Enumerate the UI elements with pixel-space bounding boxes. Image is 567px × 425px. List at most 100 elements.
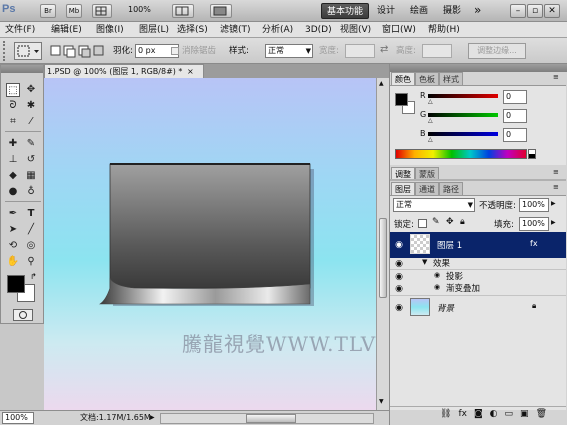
panel-menu-icon[interactable]: ≡ [553, 73, 559, 81]
lock-position-icon[interactable]: ✥ [446, 217, 454, 227]
horizontal-scrollbar[interactable] [160, 413, 374, 424]
tab-color[interactable]: 颜色 [391, 72, 415, 85]
gradient-tool-icon[interactable]: ▦ [24, 169, 38, 183]
status-menu-arrow-icon[interactable]: ▶ [150, 414, 155, 421]
canvas[interactable]: 騰龍視覺WWW.TLVI.NET [44, 78, 376, 410]
lasso-tool-icon[interactable]: ᘐ [6, 99, 20, 113]
clone-stamp-tool-icon[interactable]: ⊥ [6, 153, 20, 167]
channel-r-slider[interactable] [428, 94, 498, 98]
scroll-down-icon[interactable]: ▼ [379, 398, 387, 406]
eraser-tool-icon[interactable]: ◆ [6, 169, 20, 183]
vertical-scrollbar[interactable]: ▲ ▼ [376, 78, 389, 410]
workspace-essentials[interactable]: 基本功能 [321, 3, 370, 19]
tab-channels[interactable]: 通道 [415, 182, 439, 195]
opacity-arrow-icon[interactable]: ▶ [551, 200, 556, 207]
blend-mode-select[interactable]: 正常 ▼ [393, 198, 475, 212]
menu-view[interactable]: 视图(V) [340, 22, 371, 38]
menu-image[interactable]: 图像(I) [96, 22, 124, 38]
layer-style-icon[interactable]: fx [458, 409, 467, 421]
arrange-documents-button[interactable] [172, 4, 194, 18]
opacity-input[interactable]: 100% [519, 198, 549, 212]
effects-triangle-icon[interactable]: ▼ [422, 258, 427, 266]
swap-dimensions-icon[interactable]: ⇄ [380, 44, 388, 55]
line-tool-icon[interactable]: ╱ [24, 223, 38, 237]
menu-filter[interactable]: 滤镜(T) [220, 22, 251, 38]
adjustment-layer-icon[interactable]: ◐ [490, 409, 498, 421]
black-white-ramp[interactable] [528, 149, 536, 159]
view-extras-button[interactable] [92, 4, 112, 18]
menu-window[interactable]: 窗口(W) [382, 22, 416, 38]
eyedropper-tool-icon[interactable]: ⁄ [24, 115, 38, 129]
eye-icon[interactable]: ◉ [392, 282, 406, 296]
scroll-up-icon[interactable]: ▲ [379, 80, 387, 88]
menu-3d[interactable]: 3D(D) [305, 22, 332, 38]
quick-mask-icon[interactable] [13, 309, 33, 321]
move-tool-icon[interactable]: ✥ [24, 83, 38, 97]
fx-icon[interactable]: fx [530, 239, 538, 248]
lock-all-icon[interactable]: 🔒︎ [460, 217, 465, 227]
layer-name[interactable]: 图层 1 [437, 239, 462, 251]
antialias-checkbox[interactable] [171, 47, 179, 55]
slider-thumb-icon[interactable]: △ [428, 117, 433, 124]
zoom-level[interactable]: 100% [128, 5, 151, 14]
pen-tool-icon[interactable]: ✒ [6, 207, 20, 221]
lock-transparency-icon[interactable] [418, 219, 427, 228]
history-brush-tool-icon[interactable]: ↺ [24, 153, 38, 167]
layer-mask-icon[interactable]: ◙ [474, 409, 483, 421]
brush-tool-icon[interactable]: ✎ [24, 137, 38, 151]
tab-layers[interactable]: 图层 [391, 182, 415, 195]
hand-tool-icon[interactable]: ✋ [6, 255, 20, 269]
menu-layer[interactable]: 图层(L) [139, 22, 169, 38]
fill-input[interactable]: 100% [519, 217, 549, 231]
channel-r-input[interactable]: 0 [503, 90, 527, 104]
eye-icon[interactable]: ◉ [392, 257, 406, 271]
h-scroll-thumb[interactable] [246, 414, 296, 423]
height-input[interactable] [422, 44, 452, 58]
mini-bridge-button[interactable]: Mb [66, 4, 82, 18]
channel-g-input[interactable]: 0 [503, 109, 527, 123]
channel-b-input[interactable]: 0 [503, 128, 527, 142]
more-workspaces-icon[interactable]: » [474, 3, 481, 17]
quick-select-tool-icon[interactable]: ✱ [24, 99, 38, 113]
new-group-icon[interactable]: ▭ [505, 409, 514, 421]
color-ramp[interactable] [395, 149, 527, 159]
slider-thumb-icon[interactable]: △ [428, 98, 433, 105]
minimize-button[interactable]: – [510, 4, 526, 18]
status-zoom-input[interactable]: 100% [2, 412, 34, 424]
crop-tool-icon[interactable]: ⌗ [6, 115, 20, 129]
fill-arrow-icon[interactable]: ▶ [551, 219, 556, 226]
document-tab[interactable]: 1.PSD @ 100% (图层 1, RGB/8#) * × [44, 64, 204, 78]
channel-b-slider[interactable] [428, 132, 498, 136]
effect-drop-shadow[interactable]: 投影 [446, 270, 463, 282]
menu-select[interactable]: 选择(S) [177, 22, 208, 38]
rect-marquee-tool-icon[interactable]: ⬚ [6, 83, 20, 97]
channel-g-slider[interactable] [428, 113, 498, 117]
healing-brush-tool-icon[interactable]: ✚ [6, 137, 20, 151]
effect-gradient-overlay[interactable]: 渐变叠加 [446, 282, 480, 294]
workspace-painting[interactable]: 绘画 [405, 3, 433, 19]
new-layer-icon[interactable]: ▣ [520, 409, 529, 421]
type-tool-icon[interactable]: T [24, 207, 38, 221]
width-input[interactable] [345, 44, 375, 58]
tab-styles[interactable]: 样式 [439, 72, 463, 85]
lock-pixels-icon[interactable]: ✎ [432, 217, 440, 227]
panel-menu-icon[interactable]: ≡ [553, 168, 559, 176]
tool-preset-picker[interactable] [14, 42, 42, 60]
restore-button[interactable]: ▫ [527, 4, 543, 18]
panel-foreground-swatch[interactable] [395, 93, 408, 106]
eye-icon[interactable]: ◉ [392, 301, 406, 315]
dodge-tool-icon[interactable]: ♁ [24, 185, 38, 199]
menu-help[interactable]: 帮助(H) [428, 22, 460, 38]
3d-rotate-tool-icon[interactable]: ⟲ [6, 239, 20, 253]
workspace-design[interactable]: 设计 [372, 3, 400, 19]
panel-menu-icon[interactable]: ≡ [553, 183, 559, 191]
bridge-button[interactable]: Br [40, 4, 56, 18]
close-button[interactable]: ✕ [544, 4, 560, 18]
eye-icon[interactable]: ◉ [392, 238, 406, 252]
zoom-tool-icon[interactable]: ⚲ [24, 255, 38, 269]
tab-paths[interactable]: 路径 [439, 182, 463, 195]
selection-mode-icons[interactable] [50, 43, 106, 59]
path-select-tool-icon[interactable]: ➤ [6, 223, 20, 237]
workspace-photography[interactable]: 摄影 [438, 3, 466, 19]
effect-eye-icon[interactable]: ◉ [434, 283, 440, 291]
